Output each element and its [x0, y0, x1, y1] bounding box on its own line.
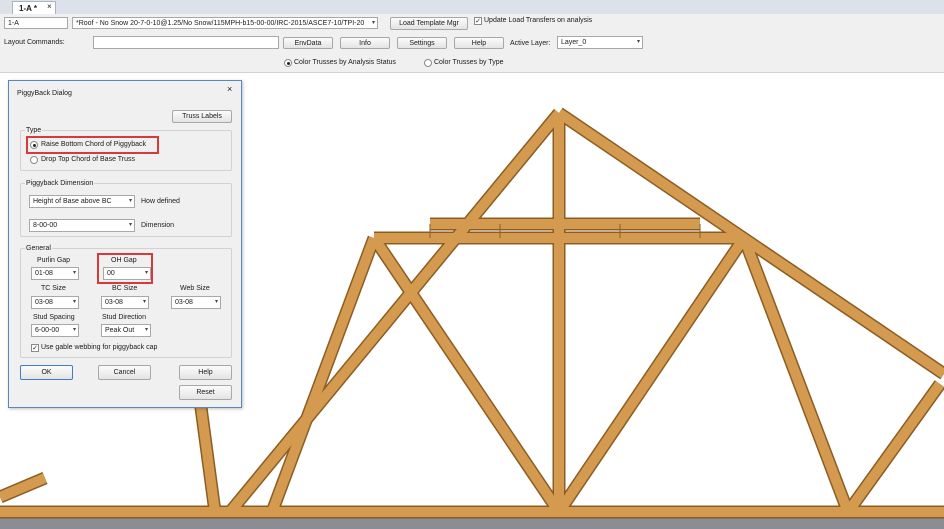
stud-direction-label: Stud Direction: [102, 314, 146, 321]
stud-direction-value: Peak Out: [105, 327, 135, 334]
help-button[interactable]: Help: [454, 37, 504, 49]
dimension-select[interactable]: 8-00-00 ▾: [29, 219, 135, 232]
chevron-down-icon: ▾: [142, 299, 146, 305]
help-button[interactable]: Help: [179, 365, 232, 380]
type-group-label: Type: [25, 126, 43, 135]
web-size-label: Web Size: [180, 285, 210, 292]
purlin-gap-select[interactable]: 01-08 ▾: [31, 267, 79, 280]
purlin-gap-value: 01-08: [35, 270, 53, 277]
purlin-gap-label: Purlin Gap: [37, 257, 71, 264]
chevron-down-icon: ▾: [72, 327, 76, 333]
truss-labels-button[interactable]: Truss Labels: [172, 110, 232, 123]
web-size-value: 03-08: [175, 299, 193, 306]
cancel-button[interactable]: Cancel: [98, 365, 151, 380]
drop-tc-radio[interactable]: [30, 156, 38, 164]
tc-size-label: TC Size: [41, 285, 66, 292]
color-by-status-radio[interactable]: [284, 59, 292, 67]
settings-button[interactable]: Settings: [397, 37, 447, 49]
drop-tc-label: Drop Top Chord of Base Truss: [41, 156, 136, 163]
toolbar: 1-A *Roof - No Snow 20-7-0-10@1.25/No Sn…: [0, 14, 944, 73]
load-template-mgr-button[interactable]: Load Template Mgr: [390, 17, 468, 30]
active-layer-value: Layer_0: [561, 39, 587, 46]
chevron-down-icon: ▾: [144, 327, 148, 333]
chevron-down-icon: ▾: [636, 39, 640, 45]
stud-direction-select[interactable]: Peak Out ▾: [101, 324, 151, 337]
dimension-label: Dimension: [141, 222, 175, 229]
active-layer-label: Active Layer:: [510, 40, 551, 47]
highlight-box: [97, 253, 153, 284]
stud-spacing-select[interactable]: 6-00-00 ▾: [31, 324, 79, 337]
bc-size-select[interactable]: 03-08 ▾: [101, 296, 149, 309]
tab-label: 1-A *: [19, 4, 37, 13]
gable-webbing-label: Use gable webbing for piggyback cap: [41, 344, 158, 351]
reset-button[interactable]: Reset: [179, 385, 232, 400]
load-template-select[interactable]: *Roof - No Snow 20-7-0-10@1.25/No Snow/1…: [72, 17, 378, 29]
highlight-box: [26, 136, 159, 154]
piggyback-dialog: PiggyBack Dialog × Truss Labels Type Rai…: [8, 80, 242, 408]
bc-size-label: BC Size: [112, 285, 138, 292]
general-group-label: General: [25, 244, 52, 253]
bc-size-value: 03-08: [105, 299, 123, 306]
info-button[interactable]: Info: [340, 37, 390, 49]
chevron-down-icon: ▾: [128, 198, 132, 204]
chevron-down-icon: ▾: [128, 222, 132, 228]
chevron-down-icon: ▾: [72, 270, 76, 276]
how-defined-label: How defined: [141, 198, 180, 205]
load-template-value: *Roof - No Snow 20-7-0-10@1.25/No Snow/1…: [76, 20, 365, 27]
layout-commands-label: Layout Commands:: [4, 39, 65, 46]
layout-commands-input[interactable]: [93, 36, 279, 49]
color-by-type-radio[interactable]: [424, 59, 432, 67]
color-by-type-label: Color Trusses by Type: [434, 59, 504, 66]
update-load-label: Update Load Transfers on analysis: [484, 17, 593, 24]
chevron-down-icon: ▾: [371, 20, 375, 26]
how-defined-value: Height of Base above BC: [33, 198, 112, 205]
tc-size-select[interactable]: 03-08 ▾: [31, 296, 79, 309]
envdata-button[interactable]: EnvData: [283, 37, 333, 49]
web-size-select[interactable]: 03-08 ▾: [171, 296, 221, 309]
ok-button[interactable]: OK: [20, 365, 73, 380]
update-load-checkbox[interactable]: ✓: [474, 17, 482, 25]
dimension-group-label: Piggyback Dimension: [25, 179, 95, 188]
close-icon[interactable]: ×: [227, 84, 232, 94]
dimension-value: 8-00-00: [33, 222, 58, 229]
tc-size-value: 03-08: [35, 299, 53, 306]
chevron-down-icon: ▾: [72, 299, 76, 305]
chevron-down-icon: ▾: [214, 299, 218, 305]
gable-webbing-checkbox[interactable]: ✓: [31, 344, 39, 352]
tab-strip: 1-A * ×: [0, 0, 944, 15]
stud-spacing-label: Stud Spacing: [33, 314, 75, 321]
how-defined-select[interactable]: Height of Base above BC ▾: [29, 195, 135, 208]
color-by-status-label: Color Trusses by Analysis Status: [294, 59, 396, 66]
active-layer-select[interactable]: Layer_0 ▾: [557, 36, 643, 49]
stud-spacing-value: 6-00-00: [35, 327, 60, 334]
dialog-title: PiggyBack Dialog: [17, 90, 72, 97]
truss-name-field[interactable]: 1-A: [4, 17, 68, 29]
tab-close-icon[interactable]: ×: [47, 0, 52, 13]
